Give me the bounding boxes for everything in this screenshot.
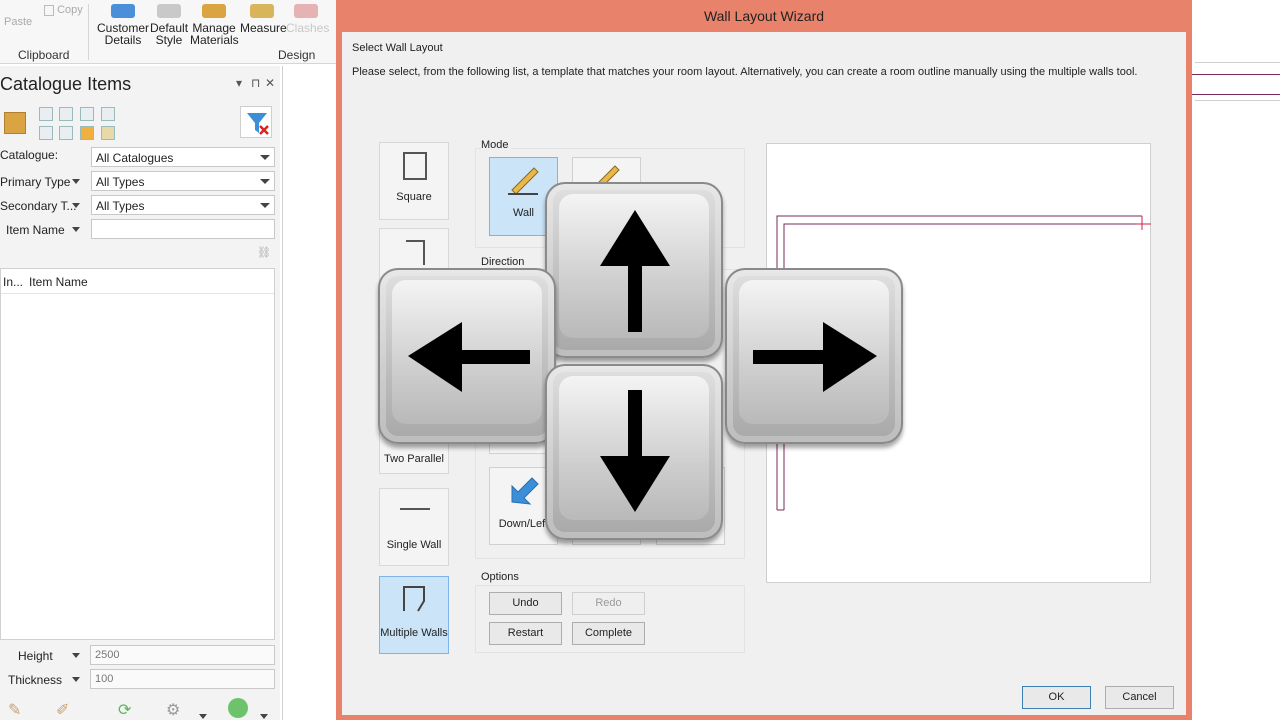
secondary-type-label: Secondary T...	[0, 199, 77, 213]
template-multiple-walls[interactable]: Multiple Walls	[379, 576, 449, 654]
panel-bottom-toolbar: ✎ ✐ ⟳ ⚙	[0, 692, 280, 720]
corner-tool-icon[interactable]	[39, 107, 53, 121]
secondary-type-select[interactable]: All Types	[91, 195, 275, 215]
clashes-icon	[294, 4, 318, 18]
light-tool-icon[interactable]	[80, 126, 94, 140]
panel-menu-icon[interactable]: ▾	[236, 76, 242, 90]
copy-icon	[44, 4, 54, 16]
group-design: Design	[278, 48, 316, 62]
catalogue-select[interactable]: All Catalogues	[91, 147, 275, 167]
restart-button[interactable]: Restart	[489, 622, 562, 645]
catalogue-label: Catalogue:	[0, 148, 59, 162]
right-arrow-icon	[753, 322, 877, 392]
mode-caption: Mode	[481, 139, 511, 151]
close-icon[interactable]: ✕	[265, 76, 275, 90]
wall-tool-icon[interactable]	[59, 107, 73, 121]
panel-tool-icon[interactable]	[59, 126, 73, 140]
dialog-description: Please select, from the following list, …	[352, 66, 1138, 78]
primary-type-label: Primary Type	[0, 175, 71, 189]
default-style-button[interactable]: Default Style	[150, 4, 188, 46]
item-tool-icon[interactable]	[101, 126, 115, 140]
customer-details-button[interactable]: Customer Details	[96, 4, 150, 46]
chevron-down-icon	[260, 203, 270, 208]
right-arrow-key	[725, 268, 903, 444]
add-icon[interactable]	[228, 698, 248, 718]
up-arrow-key	[545, 182, 723, 358]
square-icon	[403, 152, 427, 180]
house-tool-icon[interactable]	[39, 126, 53, 140]
thickness-label: Thickness	[8, 673, 63, 687]
undo-button[interactable]: Undo	[489, 592, 562, 615]
dialog-title[interactable]: Wall Layout Wizard	[336, 0, 1192, 32]
background-guide-line	[1195, 62, 1280, 63]
ribbon-divider	[88, 4, 89, 60]
direction-caption: Direction	[481, 256, 527, 268]
primary-type-select[interactable]: All Types	[91, 171, 275, 191]
multiple-walls-icon	[403, 586, 425, 612]
chevron-down-icon	[260, 155, 270, 160]
template-single-wall[interactable]: Single Wall	[379, 488, 449, 566]
cancel-button[interactable]: Cancel	[1105, 686, 1174, 709]
measure-icon	[250, 4, 274, 18]
catalogue-list[interactable]: In... Item Name	[0, 268, 275, 640]
thickness-field[interactable]: 100	[90, 669, 275, 689]
manage-materials-button[interactable]: Manage Materials	[190, 4, 239, 46]
background-guide-line	[1195, 100, 1280, 101]
style-icon	[157, 4, 181, 18]
chevron-down-icon[interactable]	[72, 203, 80, 208]
item-name-label: Item Name	[6, 223, 65, 237]
filter-clear-icon	[247, 113, 269, 135]
materials-icon	[202, 4, 226, 18]
panel-title: Catalogue Items	[0, 74, 132, 94]
chevron-down-icon[interactable]	[72, 179, 80, 184]
group-clipboard: Clipboard	[18, 48, 70, 62]
panel-splitter[interactable]	[282, 66, 283, 720]
link-icon[interactable]: ⛓	[257, 246, 273, 260]
tools-icon[interactable]: ⚙	[166, 700, 188, 720]
height-field[interactable]: 2500	[90, 645, 275, 665]
pencil-icon[interactable]: ✎	[8, 700, 30, 720]
ok-button[interactable]: OK	[1022, 686, 1091, 709]
measure-button[interactable]: Measure	[240, 4, 287, 34]
left-arrow-icon	[408, 322, 530, 392]
pin-icon[interactable]: ⊓	[251, 76, 260, 90]
grid-tool-icon[interactable]	[101, 107, 115, 121]
header-divider	[1, 293, 274, 294]
ribbon: Paste Copy Clipboard Customer Details De…	[0, 0, 340, 64]
paste-button[interactable]: Paste	[4, 16, 32, 28]
options-caption: Options	[481, 571, 521, 583]
window-tool-icon[interactable]	[80, 107, 94, 121]
up-arrow-icon	[600, 210, 670, 332]
dialog-heading: Select Wall Layout	[352, 42, 443, 54]
chevron-down-icon	[260, 179, 270, 184]
single-wall-icon	[400, 508, 430, 510]
left-arrow-key	[378, 268, 556, 444]
item-name-input[interactable]	[91, 219, 275, 239]
height-label: Height	[18, 649, 53, 663]
column-header-item-name[interactable]: Item Name	[29, 275, 88, 289]
cabinet-icon[interactable]	[4, 112, 26, 134]
chevron-down-icon[interactable]	[199, 714, 207, 719]
filter-clear-button[interactable]	[240, 106, 272, 138]
complete-button[interactable]: Complete	[572, 622, 645, 645]
refresh-icon[interactable]: ⟳	[118, 700, 140, 720]
chevron-down-icon[interactable]	[72, 227, 80, 232]
chevron-down-icon[interactable]	[72, 653, 80, 658]
background-wall-line	[1192, 94, 1280, 95]
brush-icon[interactable]: ✐	[56, 700, 78, 720]
column-header-index[interactable]: In...	[3, 275, 23, 289]
catalogue-panel: Catalogue Items ▾ ⊓ ✕ Catalogue: All Cat…	[0, 66, 280, 720]
clashes-button[interactable]: Clashes	[286, 4, 329, 34]
background-wall-line	[1192, 74, 1280, 75]
chevron-down-icon[interactable]	[260, 714, 268, 719]
down-arrow-key	[545, 364, 723, 540]
l-shape-icon	[406, 240, 425, 265]
customer-icon	[111, 4, 135, 18]
redo-button[interactable]: Redo	[572, 592, 645, 615]
template-square[interactable]: Square	[379, 142, 449, 220]
down-arrow-icon	[600, 390, 670, 512]
copy-button[interactable]: Copy	[44, 4, 83, 16]
chevron-down-icon[interactable]	[72, 677, 80, 682]
